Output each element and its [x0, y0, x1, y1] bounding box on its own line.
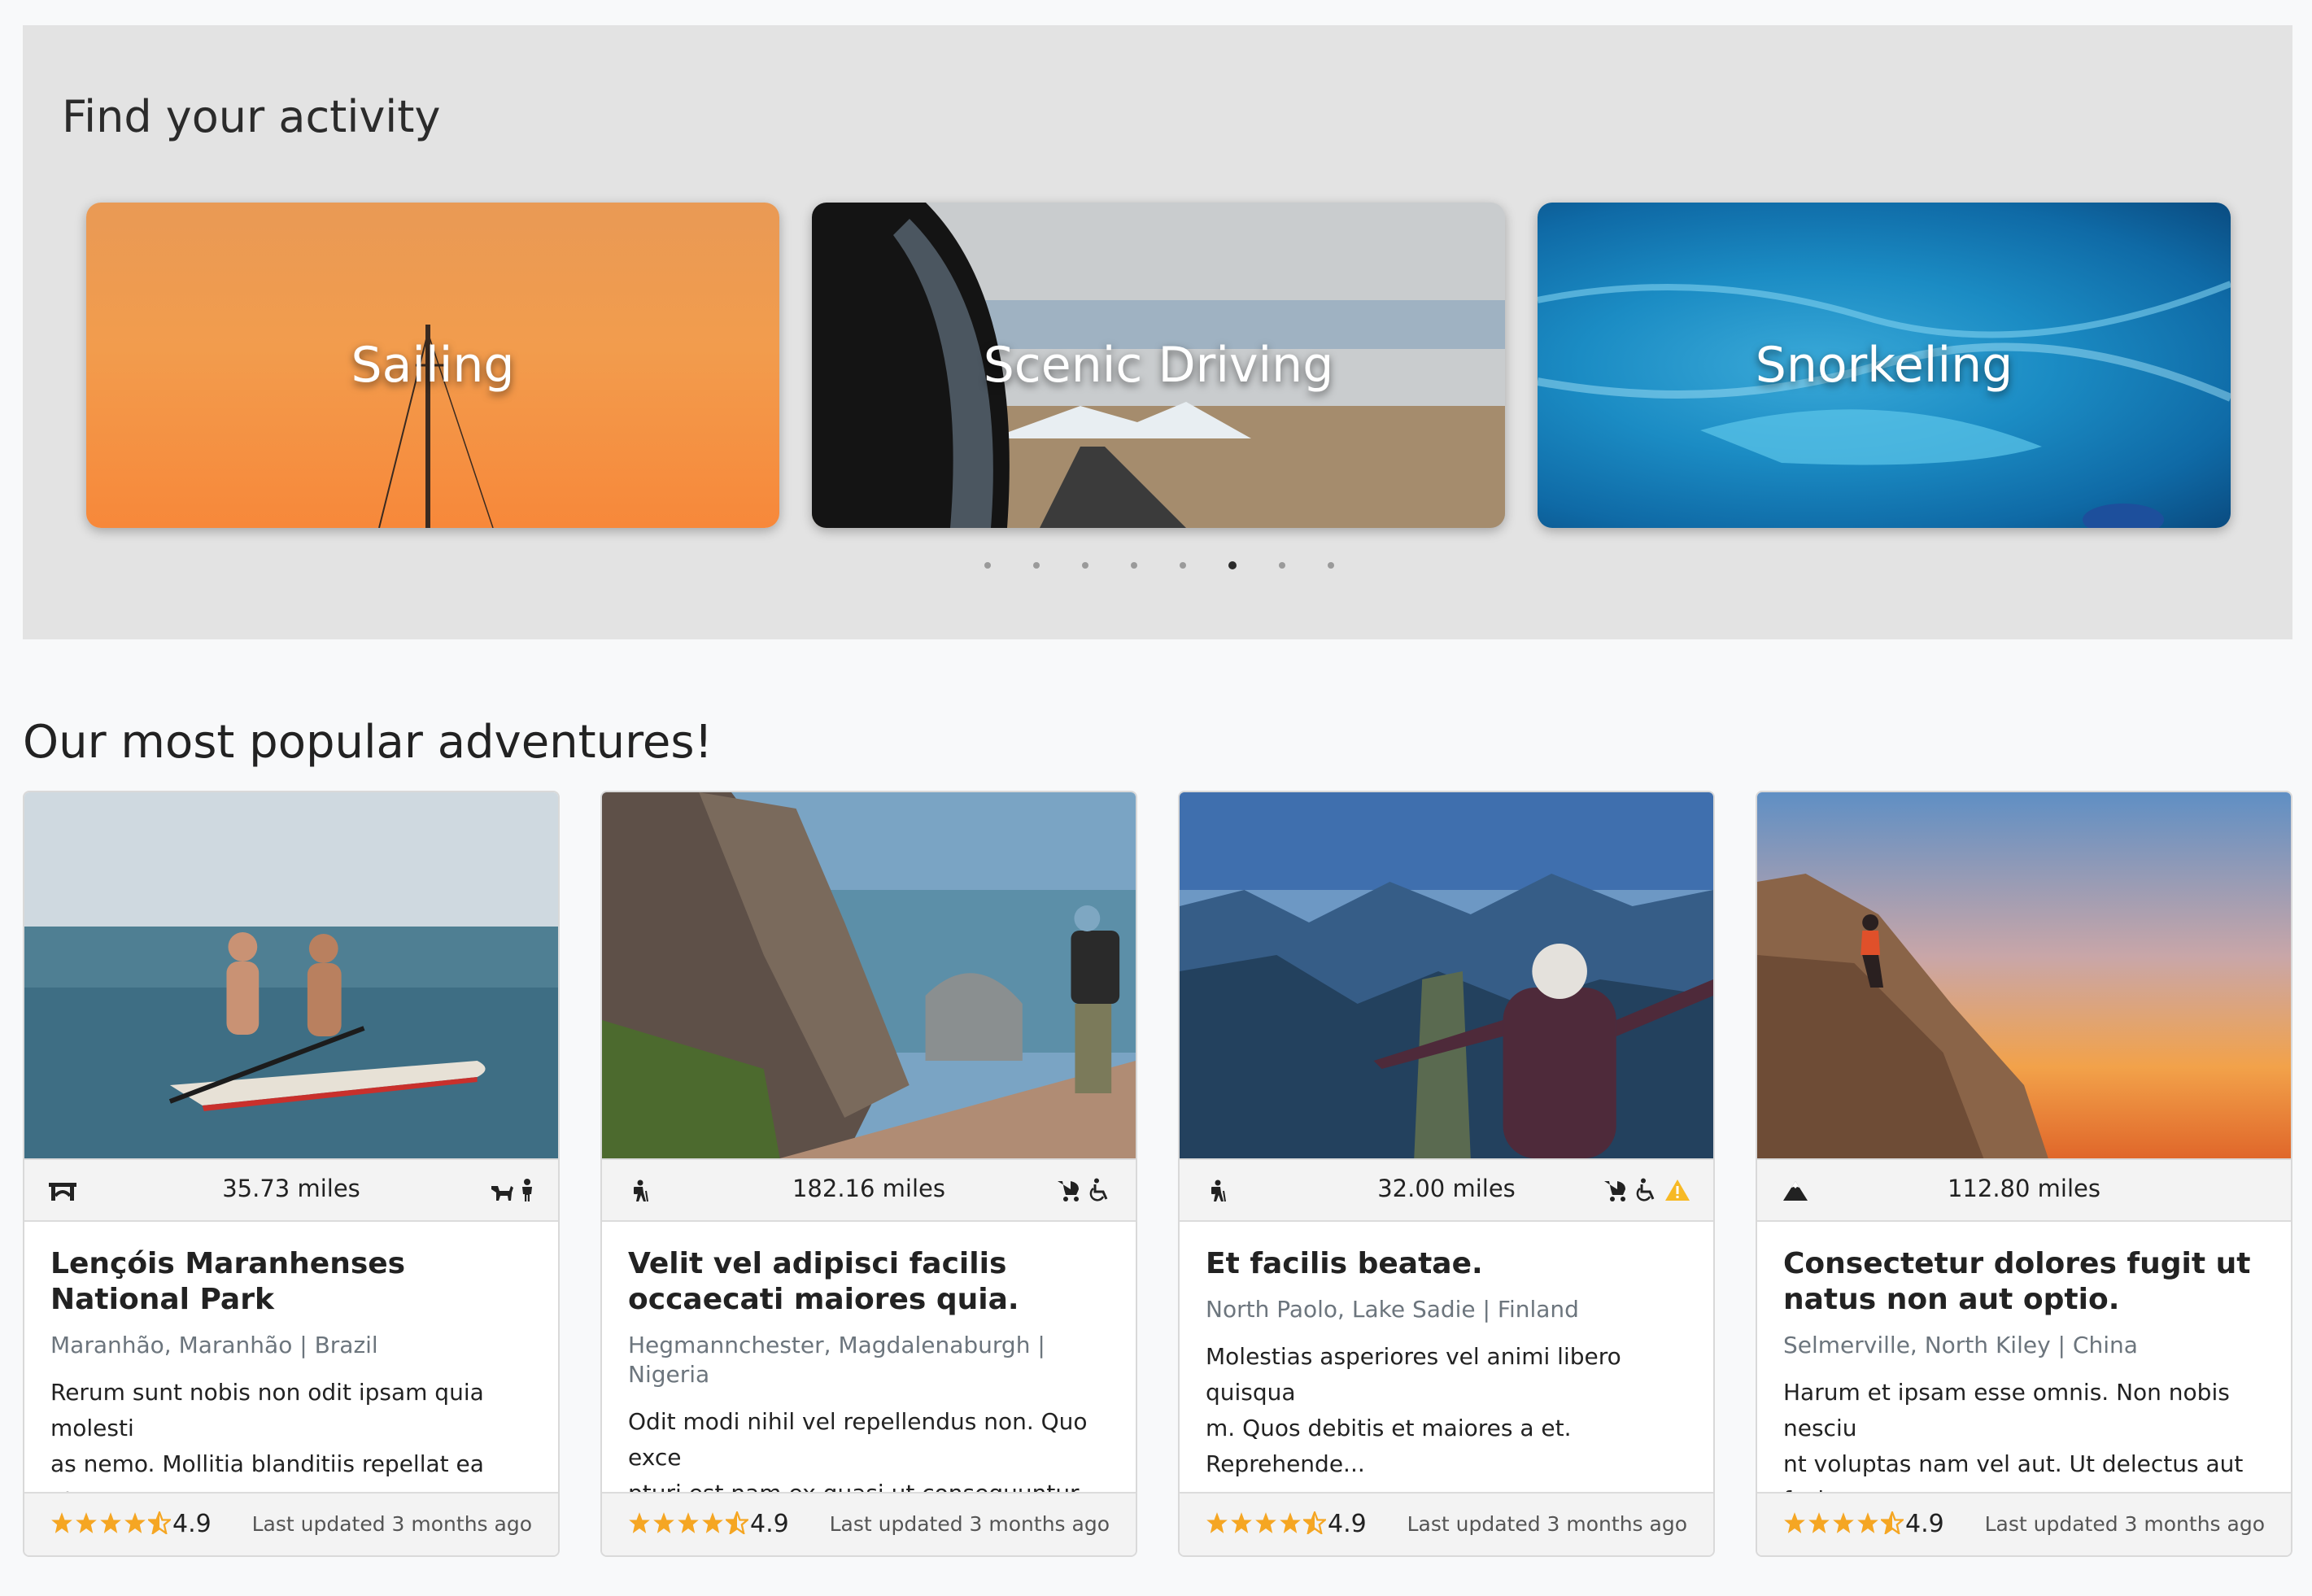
- last-updated: Last updated 3 months ago: [1984, 1512, 2265, 1536]
- star-icon: [100, 1512, 121, 1533]
- adventure-location: North Paolo, Lake Sadie | Finland: [1206, 1296, 1579, 1323]
- activity-card-snorkeling[interactable]: Snorkeling: [1538, 203, 2231, 528]
- last-updated: Last updated 3 months ago: [829, 1512, 1110, 1536]
- star-half-icon: [148, 1511, 171, 1534]
- adventure-footer: 4.9 Last updated 3 months ago: [1180, 1492, 1713, 1555]
- wheelchair-icon: [1636, 1178, 1655, 1201]
- adventure-card[interactable]: 182.16 miles Velit vel adipisci facilis …: [600, 791, 1137, 1557]
- carousel-dot-6-active[interactable]: [1228, 561, 1237, 569]
- adventure-title[interactable]: Velit vel adipisci facilis occaecati mai…: [628, 1246, 1110, 1318]
- carousel-dot-5[interactable]: [1180, 562, 1186, 569]
- carousel-dot-2[interactable]: [1033, 562, 1040, 569]
- popular-section-title: Our most popular adventures!: [23, 716, 713, 769]
- carousel-dot-7[interactable]: [1279, 562, 1285, 569]
- star-half-icon: [1303, 1511, 1326, 1534]
- description-line: Rerum sunt nobis non odit ipsam quia mol…: [50, 1379, 484, 1441]
- activity-card-sailing[interactable]: Sailing: [86, 203, 779, 528]
- star-icon: [1808, 1512, 1830, 1533]
- warning-icon: [1665, 1180, 1690, 1201]
- star-icon: [702, 1512, 723, 1533]
- star-icon: [678, 1512, 699, 1533]
- carousel-dot-4[interactable]: [1131, 562, 1137, 569]
- star-icon: [76, 1512, 97, 1533]
- stroller-icon: [1058, 1181, 1079, 1201]
- activity-card-label: Snorkeling: [1755, 337, 2013, 394]
- star-icon: [1206, 1512, 1228, 1533]
- adventure-feature-icons: [1603, 1178, 1690, 1202]
- adventure-title[interactable]: Et facilis beatae.: [1206, 1246, 1687, 1282]
- adventure-title[interactable]: Consectetur dolores fugit ut natus non a…: [1783, 1246, 2265, 1318]
- rating-value: 4.9: [1905, 1510, 1944, 1538]
- rating-value: 4.9: [172, 1510, 212, 1538]
- stroller-icon: [1604, 1181, 1625, 1201]
- adventure-feature-icons: [1056, 1178, 1113, 1202]
- adventure-meta-bar: 112.80 miles: [1757, 1158, 2291, 1222]
- adventure-meta-bar: 35.73 miles: [24, 1158, 558, 1222]
- rating-value: 4.9: [1328, 1510, 1367, 1538]
- rating-stars: [50, 1511, 171, 1534]
- adventure-card[interactable]: 35.73 miles Lençóis Maranhenses National…: [23, 791, 560, 1557]
- last-updated: Last updated 3 months ago: [251, 1512, 532, 1536]
- adventure-footer: 4.9 Last updated 3 months ago: [24, 1492, 558, 1555]
- activity-section-title: Find your activity: [62, 91, 441, 142]
- child-icon: [522, 1179, 532, 1201]
- activity-card-scenic-driving[interactable]: Scenic Driving: [812, 203, 1505, 528]
- adventure-feature-icons: [488, 1178, 535, 1202]
- adventure-card[interactable]: 32.00 miles Et facilis beatae. North Pao…: [1178, 791, 1715, 1557]
- adventure-footer: 4.9 Last updated 3 months ago: [1757, 1492, 2291, 1555]
- star-icon: [124, 1512, 146, 1533]
- carousel-pagination: [23, 561, 2292, 569]
- description-line: Molestias asperiores vel animi libero qu…: [1206, 1343, 1621, 1406]
- adventure-distance: 112.80 miles: [1947, 1175, 2100, 1202]
- adventure-body: Et facilis beatae. North Paolo, Lake Sad…: [1206, 1246, 1687, 1482]
- adventure-title[interactable]: Lençóis Maranhenses National Park: [50, 1246, 532, 1318]
- dog-icon: [491, 1186, 513, 1201]
- star-icon: [1255, 1512, 1276, 1533]
- adventure-description: Molestias asperiores vel animi libero qu…: [1206, 1339, 1687, 1482]
- activity-section: Find your activity Sailing Scenic Drivin…: [23, 25, 2292, 639]
- activity-card-label: Sailing: [351, 337, 515, 394]
- adventure-image: [602, 792, 1136, 1158]
- adventure-body: Lençóis Maranhenses National Park Maranh…: [50, 1246, 532, 1518]
- star-icon: [1231, 1512, 1252, 1533]
- rating-stars: [1783, 1511, 1904, 1534]
- carousel-dot-8[interactable]: [1328, 562, 1334, 569]
- rating-stars: [628, 1511, 748, 1534]
- adventure-location: Hegmannchester, Magdalenaburgh | Nigeria: [628, 1332, 1045, 1388]
- star-icon: [1784, 1512, 1805, 1533]
- carousel-dot-1[interactable]: [984, 562, 991, 569]
- adventure-location: Selmerville, North Kiley | China: [1783, 1332, 2138, 1358]
- star-icon: [51, 1512, 72, 1533]
- adventure-location: Maranhão, Maranhão | Brazil: [50, 1332, 378, 1358]
- star-icon: [629, 1512, 650, 1533]
- carousel-dot-3[interactable]: [1082, 562, 1088, 569]
- description-line: Harum et ipsam esse omnis. Non nobis nes…: [1783, 1379, 2230, 1441]
- adventure-card[interactable]: 112.80 miles Consectetur dolores fugit u…: [1756, 791, 2292, 1557]
- description-line: Odit modi nihil vel repellendus non. Quo…: [628, 1408, 1088, 1471]
- star-icon: [1857, 1512, 1878, 1533]
- rating-value: 4.9: [750, 1510, 789, 1538]
- adventure-image: [1757, 792, 2291, 1158]
- description-line: m. Quos debitis et maiores a et. Reprehe…: [1206, 1415, 1572, 1477]
- star-icon: [653, 1512, 674, 1533]
- wheelchair-icon: [1089, 1178, 1108, 1201]
- adventure-footer: 4.9 Last updated 3 months ago: [602, 1492, 1136, 1555]
- adventure-meta-bar: 32.00 miles: [1180, 1158, 1713, 1222]
- adventure-distance: 35.73 miles: [222, 1175, 360, 1202]
- adventure-meta-bar: 182.16 miles: [602, 1158, 1136, 1222]
- star-half-icon: [1881, 1511, 1904, 1534]
- star-half-icon: [726, 1511, 748, 1534]
- star-icon: [1280, 1512, 1301, 1533]
- last-updated: Last updated 3 months ago: [1407, 1512, 1687, 1536]
- adventure-image: [24, 792, 558, 1158]
- rating-stars: [1206, 1511, 1326, 1534]
- adventure-image: [1180, 792, 1713, 1158]
- adventure-body: Consectetur dolores fugit ut natus non a…: [1783, 1246, 2265, 1518]
- star-icon: [1833, 1512, 1854, 1533]
- activity-card-label: Scenic Driving: [983, 337, 1334, 394]
